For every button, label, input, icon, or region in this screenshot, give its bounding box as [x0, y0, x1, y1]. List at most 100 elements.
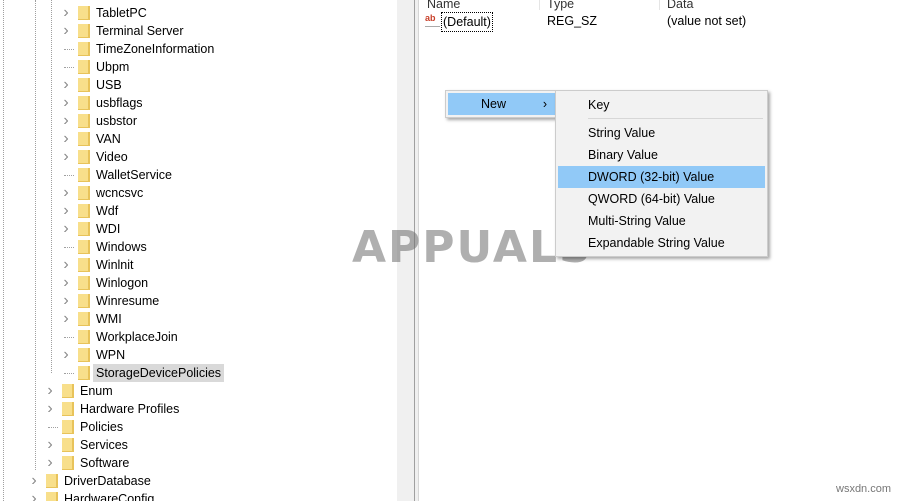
expand-chevron-icon[interactable]: › — [60, 22, 72, 40]
expand-chevron-icon[interactable]: › — [60, 76, 72, 94]
tree-item[interactable]: Policies — [0, 418, 397, 436]
tree-item[interactable]: › WDI — [0, 220, 397, 238]
tree-item[interactable]: › VAN — [0, 130, 397, 148]
expand-chevron-icon[interactable]: › — [28, 490, 40, 501]
expand-chevron-icon[interactable]: › — [44, 454, 56, 472]
tree-item[interactable]: › TabletPC — [0, 4, 397, 22]
tree-item-label: Software — [80, 456, 130, 470]
folder-icon — [62, 420, 74, 434]
string-value-icon: ab — [425, 13, 440, 27]
expand-chevron-icon[interactable]: › — [44, 382, 56, 400]
tree-item[interactable]: › Terminal Server — [0, 22, 397, 40]
tree-item[interactable]: › Enum — [0, 382, 397, 400]
tree-item[interactable]: › WMI — [0, 310, 397, 328]
menu-item-multi-string-value[interactable]: Multi-String Value — [558, 210, 765, 232]
tree-item[interactable]: WalletService — [0, 166, 397, 184]
menu-item-dword-32-bit-value[interactable]: DWORD (32-bit) Value — [558, 166, 765, 188]
tree-item-label: DriverDatabase — [64, 474, 151, 488]
menu-item-new[interactable]: New › — [448, 93, 555, 115]
tree-item[interactable]: › Winlnit — [0, 256, 397, 274]
tree-item-label: Policies — [80, 420, 124, 434]
menu-item-key[interactable]: Key — [558, 94, 765, 116]
folder-icon — [78, 168, 90, 182]
folder-icon — [78, 348, 90, 362]
expand-chevron-icon[interactable]: › — [44, 436, 56, 454]
tree-item[interactable]: › Hardware Profiles — [0, 400, 397, 418]
tree-item-label: Wdf — [96, 204, 119, 218]
tree-item-label: WorkplaceJoin — [96, 330, 178, 344]
tree-item[interactable]: › wcncsvc — [0, 184, 397, 202]
column-header-type[interactable]: Type — [547, 0, 574, 11]
tree-item-label: Hardware Profiles — [80, 402, 180, 416]
tree-item-label: TimeZoneInformation — [96, 42, 215, 56]
tree-item[interactable]: › Winlogon — [0, 274, 397, 292]
new-submenu: Key String Value Binary Value DWORD (32-bit… — [555, 90, 768, 257]
folder-icon — [78, 276, 90, 290]
expand-chevron-icon[interactable]: › — [60, 202, 72, 220]
tree-item[interactable]: › DriverDatabase — [0, 472, 397, 490]
tree-item-label: wcncsvc — [96, 186, 144, 200]
tree-item[interactable]: › Software — [0, 454, 397, 472]
tree-item-label: StorageDevicePolicies — [93, 364, 225, 382]
column-header-data[interactable]: Data — [667, 0, 693, 11]
tree-item-label: WDI — [96, 222, 121, 236]
tree-item-label: usbflags — [96, 96, 143, 110]
tree-item[interactable]: StorageDevicePolicies — [0, 364, 397, 382]
folder-icon — [46, 492, 58, 501]
folder-icon — [62, 438, 74, 452]
expand-chevron-icon[interactable]: › — [60, 220, 72, 238]
tree-item[interactable]: Ubpm — [0, 58, 397, 76]
column-separator — [539, 0, 540, 10]
expand-chevron-icon[interactable]: › — [60, 310, 72, 328]
tree-item[interactable]: › HardwareConfig — [0, 490, 397, 501]
menu-item-string-value[interactable]: String Value — [558, 122, 765, 144]
tree-connector — [64, 337, 74, 338]
folder-icon — [78, 96, 90, 110]
folder-icon — [78, 222, 90, 236]
context-menu: New › — [445, 90, 556, 118]
tree-item[interactable]: Windows — [0, 238, 397, 256]
menu-item-expandable-string-value[interactable]: Expandable String Value — [558, 232, 765, 254]
folder-icon — [78, 60, 90, 74]
expand-chevron-icon[interactable]: › — [60, 184, 72, 202]
expand-chevron-icon[interactable]: › — [60, 346, 72, 364]
tree-item[interactable]: › usbstor — [0, 112, 397, 130]
expand-chevron-icon[interactable]: › — [60, 292, 72, 310]
tree-connector — [64, 247, 74, 248]
tree-connector — [64, 49, 74, 50]
folder-icon — [78, 6, 90, 20]
tree-item[interactable]: › USB — [0, 76, 397, 94]
tree-item[interactable]: › usbflags — [0, 94, 397, 112]
tree-item[interactable]: › Wdf — [0, 202, 397, 220]
folder-icon — [78, 366, 90, 380]
tree-item[interactable]: › Video — [0, 148, 397, 166]
expand-chevron-icon[interactable]: › — [28, 472, 40, 490]
submenu-arrow-icon: › — [542, 97, 547, 111]
tree-item[interactable]: › Winresume — [0, 292, 397, 310]
tree-item-label: Winresume — [96, 294, 160, 308]
tree-item-label: WMI — [96, 312, 122, 326]
expand-chevron-icon[interactable]: › — [44, 400, 56, 418]
column-header-name[interactable]: Name — [427, 0, 460, 11]
registry-key-tree[interactable]: › TabletPC › Terminal Server TimeZoneInforma… — [0, 0, 397, 501]
expand-chevron-icon[interactable]: › — [60, 256, 72, 274]
expand-chevron-icon[interactable]: › — [60, 4, 72, 22]
expand-chevron-icon[interactable]: › — [60, 274, 72, 292]
tree-item[interactable]: WorkplaceJoin — [0, 328, 397, 346]
folder-icon — [78, 240, 90, 254]
expand-chevron-icon[interactable]: › — [60, 148, 72, 166]
tree-item[interactable]: › Services — [0, 436, 397, 454]
value-type: REG_SZ — [547, 14, 598, 28]
expand-chevron-icon[interactable]: › — [60, 94, 72, 112]
tree-item[interactable]: TimeZoneInformation — [0, 40, 397, 58]
menu-item-qword-64-bit-value[interactable]: QWORD (64-bit) Value — [558, 188, 765, 210]
menu-item-binary-value[interactable]: Binary Value — [558, 144, 765, 166]
folder-icon — [78, 24, 90, 38]
folder-icon — [78, 132, 90, 146]
expand-chevron-icon[interactable]: › — [60, 112, 72, 130]
folder-icon — [78, 312, 90, 326]
expand-chevron-icon[interactable]: › — [60, 130, 72, 148]
tree-item-label: usbstor — [96, 114, 137, 128]
menu-separator — [588, 118, 763, 119]
tree-item[interactable]: › WPN — [0, 346, 397, 364]
